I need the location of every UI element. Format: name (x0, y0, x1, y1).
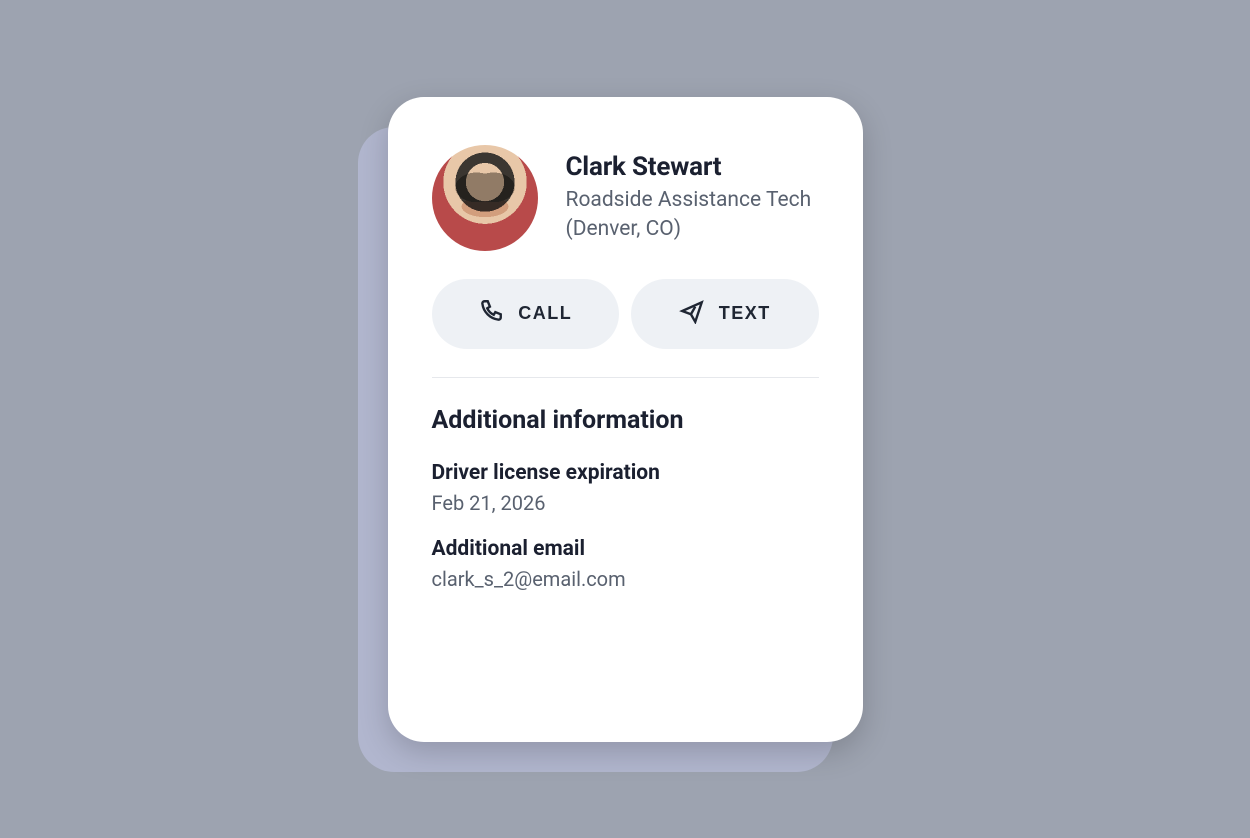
actions-row: CALL TEXT (432, 279, 819, 349)
field-value: clark_s_2@email.com (432, 567, 819, 591)
send-icon (679, 298, 705, 329)
field-value: Feb 21, 2026 (432, 491, 819, 515)
avatar (432, 145, 538, 251)
field-label: Additional email (432, 537, 819, 561)
text-button[interactable]: TEXT (631, 279, 819, 349)
call-button[interactable]: CALL (432, 279, 620, 349)
field-additional-email: Additional email clark_s_2@email.com (432, 537, 819, 591)
call-button-label: CALL (518, 303, 572, 324)
contact-name: Clark Stewart (566, 152, 812, 182)
divider (432, 377, 819, 378)
field-label: Driver license expiration (432, 461, 819, 485)
phone-icon (478, 298, 504, 329)
additional-section-title: Additional information (432, 406, 819, 435)
field-driver-license: Driver license expiration Feb 21, 2026 (432, 461, 819, 515)
contact-role: Roadside Assistance Tech (566, 186, 812, 214)
contact-card: Clark Stewart Roadside Assistance Tech (… (388, 97, 863, 742)
contact-header: Clark Stewart Roadside Assistance Tech (… (432, 145, 819, 251)
contact-location: (Denver, CO) (566, 215, 812, 243)
contact-header-text: Clark Stewart Roadside Assistance Tech (… (566, 152, 812, 243)
text-button-label: TEXT (719, 303, 771, 324)
